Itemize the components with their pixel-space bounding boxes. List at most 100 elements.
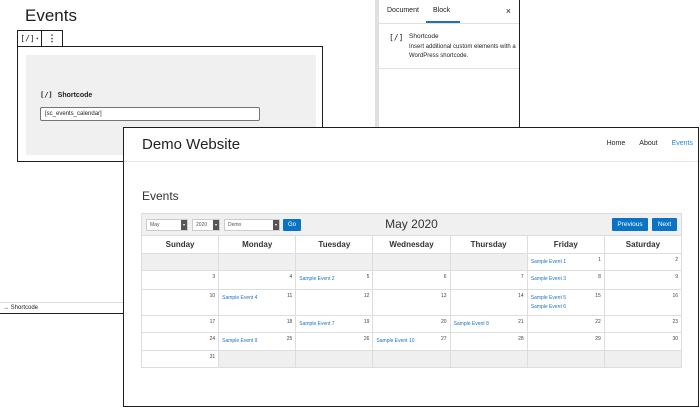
tab-document[interactable]: Document	[387, 7, 419, 14]
month-select[interactable]: May ▾	[146, 219, 188, 231]
close-icon[interactable]: ×	[506, 6, 511, 16]
day-number: 2	[675, 257, 678, 263]
category-select-value: Demo	[228, 222, 242, 228]
day-number: 30	[672, 336, 678, 342]
day-events: Sample Event 2	[296, 275, 372, 284]
day-number: 4	[289, 274, 293, 280]
calendar-day-cell: 1 Sample Event 1	[526, 253, 605, 271]
day-number: 12	[363, 293, 370, 299]
day-number: 13	[441, 293, 447, 299]
day-number: 14	[518, 293, 524, 299]
calendar-day-cell: 4	[218, 270, 297, 290]
day-events: Sample Event 8	[451, 320, 527, 329]
event-link[interactable]: Sample Event 6	[531, 303, 604, 312]
chevron-down-icon: ▾	[181, 220, 187, 230]
nav-events[interactable]: Events	[672, 140, 693, 147]
calendar-day-cell: 15 Sample Event 5 Sample Event 6	[526, 289, 605, 316]
shortcode-icon: [/]	[40, 91, 53, 99]
calendar-day-cell: 22	[526, 315, 605, 333]
site-title[interactable]: Demo Website	[142, 136, 240, 153]
chevron-down-icon: ▾	[213, 220, 219, 230]
event-link[interactable]: Sample Event 7	[299, 320, 372, 329]
day-number: 24	[209, 336, 216, 342]
calendar-day-cell: 6	[372, 270, 451, 290]
month-select-value: May	[150, 222, 160, 228]
day-events: Sample Event 7	[296, 320, 372, 329]
calendar-empty-cell	[140, 253, 220, 271]
go-button[interactable]: Go	[283, 219, 301, 231]
calendar-controls: May ▾ 2020 ▾ Demo ▾ Go May 2020 Previous…	[141, 213, 682, 235]
weekday-header: Monday	[218, 235, 297, 254]
shortcode-block-label: [/] Shortcode	[40, 91, 92, 99]
calendar-day-cell: 7	[449, 270, 528, 290]
calendar-week-row: 31	[140, 350, 683, 368]
day-number: 10	[209, 293, 216, 299]
weekday-header: Tuesday	[295, 235, 374, 254]
calendar-day-cell: 25 Sample Event 9	[218, 332, 297, 351]
calendar-day-cell: 23	[603, 315, 683, 333]
calendar-empty-cell	[603, 350, 683, 368]
year-select[interactable]: 2020 ▾	[192, 219, 220, 231]
block-card: [/] Shortcode Insert additional custom e…	[379, 25, 519, 69]
site-nav: Home About Events	[607, 140, 693, 147]
tab-block[interactable]: Block	[433, 7, 450, 14]
calendar-week-row: 17 18 19 Sample Event 7 20 21 Sample Event 8 22…	[140, 315, 683, 333]
day-number: 7	[520, 274, 524, 280]
page-title: Events	[142, 189, 179, 203]
weekday-header: Sunday	[140, 235, 220, 254]
previous-month-button[interactable]: Previous	[612, 218, 648, 231]
calendar-day-cell: 31	[140, 350, 220, 368]
event-link[interactable]: Sample Event 9	[222, 337, 295, 346]
day-number: 31	[209, 354, 216, 360]
day-number: 9	[675, 274, 678, 280]
event-link[interactable]: Sample Event 10	[376, 337, 449, 346]
day-number: 20	[441, 319, 447, 325]
calendar-day-cell: 5 Sample Event 2	[295, 270, 374, 290]
calendar-day-cell: 10	[140, 289, 220, 316]
category-select[interactable]: Demo ▾	[224, 219, 280, 231]
event-link[interactable]: Sample Event 1	[531, 258, 604, 267]
calendar-day-cell: 13	[372, 289, 451, 316]
event-link[interactable]: Sample Event 3	[531, 275, 604, 284]
year-select-value: 2020	[196, 222, 208, 228]
nav-home[interactable]: Home	[607, 140, 626, 147]
next-month-button[interactable]: Next	[652, 218, 677, 231]
calendar-day-cell: 9	[603, 270, 683, 290]
weekday-header: Friday	[526, 235, 605, 254]
day-number: 16	[672, 293, 678, 299]
nav-about[interactable]: About	[639, 140, 657, 147]
block-switcher-button[interactable]: [/] ▾	[18, 31, 42, 46]
day-events: Sample Event 3	[528, 275, 604, 284]
shortcode-label-text: Shortcode	[57, 91, 93, 99]
block-card-description: Insert additional custom elements with a…	[409, 44, 516, 59]
calendar-day-cell: 14	[449, 289, 528, 316]
calendar-day-cell: 29	[526, 332, 605, 351]
calendar-empty-cell	[449, 253, 528, 271]
calendar-empty-cell	[218, 350, 297, 368]
calendar-day-cell: 11 Sample Event 4	[218, 289, 297, 316]
more-options-button[interactable]: ⋮	[42, 31, 62, 46]
calendar-day-cell: 18	[218, 315, 297, 333]
website-window: Demo Website Home About Events Events Ma…	[123, 127, 699, 407]
event-link[interactable]: Sample Event 2	[299, 275, 372, 284]
day-number: 29	[595, 336, 601, 342]
calendar-empty-cell	[449, 350, 528, 368]
calendar-empty-cell	[295, 253, 374, 271]
shortcode-input[interactable]: [sc_events_calendar]	[40, 107, 260, 121]
calendar-week-row: 24 25 Sample Event 9 26 27 Sample Event 10 28 2…	[140, 332, 683, 351]
event-link[interactable]: Sample Event 5	[531, 294, 604, 303]
active-tab-indicator	[426, 21, 460, 23]
calendar-day-cell: 16	[603, 289, 683, 316]
calendar-grid: Sunday Monday Tuesday Wednesday Thursday Frid…	[140, 235, 683, 368]
day-number: 26	[363, 336, 370, 342]
day-events: Sample Event 4	[219, 294, 295, 303]
kebab-menu-icon: ⋮	[47, 33, 57, 43]
calendar-week-row: 3 4 5 Sample Event 2 6 7 8 Sample Event 3 9	[140, 270, 683, 290]
shortcode-icon: [/]	[20, 34, 35, 43]
editor-page-title[interactable]: Events	[25, 6, 77, 26]
event-link[interactable]: Sample Event 8	[454, 320, 527, 329]
calendar-day-cell: 28	[449, 332, 528, 351]
event-link[interactable]: Sample Event 4	[222, 294, 295, 303]
day-number: 18	[286, 319, 293, 325]
site-header: Demo Website Home About Events	[124, 128, 698, 162]
